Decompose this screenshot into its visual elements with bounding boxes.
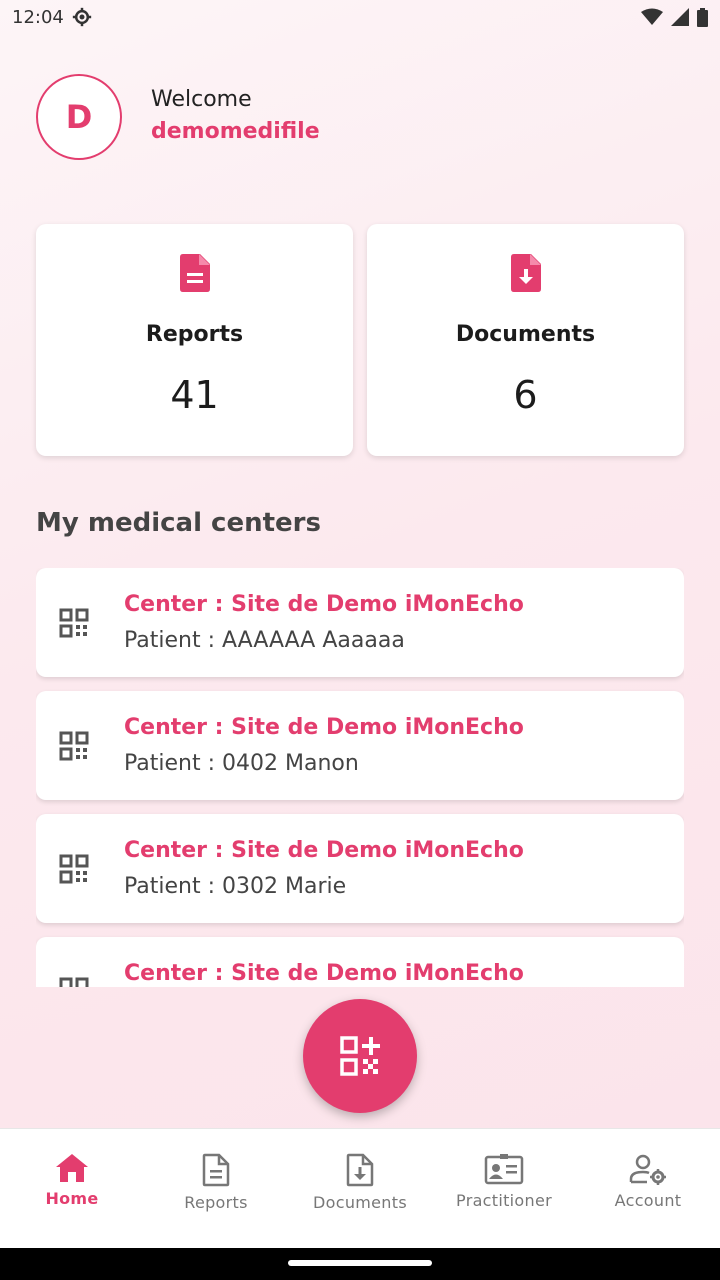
center-card[interactable]: Center : Site de Demo iMonEcho Patient :… bbox=[36, 568, 684, 677]
welcome-label: Welcome bbox=[151, 87, 252, 112]
reports-card-title: Reports bbox=[145, 322, 244, 347]
nav-practitioner[interactable]: Practitioner bbox=[432, 1129, 576, 1248]
nav-reports[interactable]: Reports bbox=[144, 1129, 288, 1248]
reports-card-count: 41 bbox=[170, 373, 219, 417]
report-icon bbox=[179, 254, 210, 292]
medical-centers-list[interactable]: Center : Site de Demo iMonEcho Patient :… bbox=[36, 568, 684, 987]
document-download-icon bbox=[510, 254, 541, 292]
center-title: Center : Site de Demo iMonEcho bbox=[124, 715, 524, 740]
center-card[interactable]: Center : Site de Demo iMonEcho bbox=[36, 937, 684, 987]
qr-code-icon bbox=[59, 731, 89, 761]
home-icon bbox=[56, 1154, 88, 1182]
nav-label: Reports bbox=[184, 1193, 248, 1212]
center-patient: Patient : AAAAAA Aaaaaa bbox=[124, 628, 405, 653]
wifi-icon bbox=[641, 8, 663, 25]
reports-card[interactable]: Reports 41 bbox=[36, 224, 353, 456]
welcome-header: D Welcome demomedifile bbox=[36, 74, 320, 160]
center-patient: Patient : 0302 Marie bbox=[124, 874, 347, 899]
center-title: Center : Site de Demo iMonEcho bbox=[124, 838, 524, 863]
system-navigation-bar bbox=[0, 1248, 720, 1280]
battery-icon bbox=[697, 7, 708, 27]
qr-add-icon bbox=[340, 1036, 380, 1076]
username: demomedifile bbox=[151, 119, 320, 144]
status-bar: 12:04 bbox=[0, 0, 720, 34]
documents-card[interactable]: Documents 6 bbox=[367, 224, 684, 456]
nav-home[interactable]: Home bbox=[0, 1129, 144, 1248]
qr-code-icon bbox=[59, 977, 89, 987]
center-title: Center : Site de Demo iMonEcho bbox=[124, 592, 524, 617]
center-patient: Patient : 0402 Manon bbox=[124, 751, 359, 776]
scan-qr-add-button[interactable] bbox=[303, 999, 417, 1113]
nav-label: Documents bbox=[313, 1193, 407, 1212]
qr-code-icon bbox=[59, 854, 89, 884]
center-card[interactable]: Center : Site de Demo iMonEcho Patient :… bbox=[36, 814, 684, 923]
center-card[interactable]: Center : Site de Demo iMonEcho Patient :… bbox=[36, 691, 684, 800]
document-download-icon bbox=[346, 1153, 374, 1187]
nav-label: Practitioner bbox=[456, 1191, 552, 1210]
qr-code-icon bbox=[59, 608, 89, 638]
avatar-letter: D bbox=[65, 98, 93, 136]
nav-account[interactable]: Account bbox=[576, 1129, 720, 1248]
bottom-navigation: Home Reports Documents Practitioner Acco… bbox=[0, 1128, 720, 1248]
status-time: 12:04 bbox=[12, 6, 64, 28]
practitioner-card-icon bbox=[484, 1154, 524, 1185]
account-settings-icon bbox=[629, 1154, 666, 1185]
nav-label: Account bbox=[614, 1191, 682, 1210]
documents-card-count: 6 bbox=[513, 373, 538, 417]
section-title: My medical centers bbox=[36, 508, 321, 538]
signal-icon bbox=[671, 8, 689, 26]
nav-label: Home bbox=[45, 1189, 99, 1208]
center-title: Center : Site de Demo iMonEcho bbox=[124, 961, 524, 986]
avatar[interactable]: D bbox=[36, 74, 122, 160]
documents-card-title: Documents bbox=[455, 322, 596, 347]
gesture-handle[interactable] bbox=[288, 1260, 432, 1266]
nav-documents[interactable]: Documents bbox=[288, 1129, 432, 1248]
report-icon bbox=[202, 1153, 230, 1187]
settings-icon bbox=[72, 7, 92, 27]
